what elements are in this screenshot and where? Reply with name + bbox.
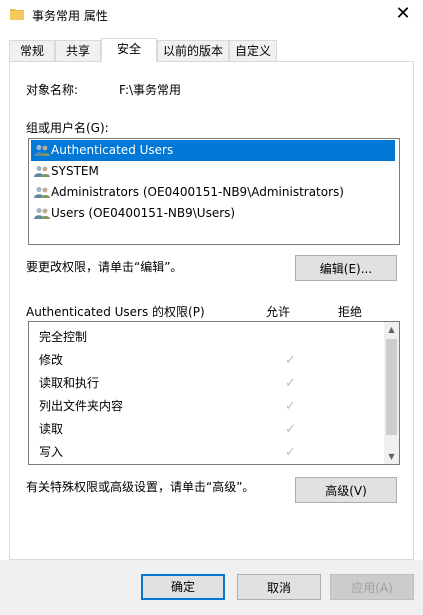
allow-check-icon: ✓ [285, 445, 296, 460]
allow-header: 允许 [266, 305, 291, 319]
advanced-hint: 有关特殊权限或高级设置，请单击“高级”。 [26, 480, 255, 494]
tab-customize[interactable]: 自定义 [229, 40, 277, 61]
user-name: Administrators (OE0400151-NB9\Administra… [51, 185, 344, 199]
list-item-administrators[interactable]: Administrators (OE0400151-NB9\Administra… [31, 182, 344, 203]
allow-check-icon: ✓ [285, 399, 296, 414]
allow-check-icon: ✓ [285, 422, 296, 437]
ok-button[interactable]: 确定 [141, 574, 225, 600]
users-icon [34, 144, 50, 156]
title-bar: 事务常用 属性 ✕ [0, 0, 423, 30]
tab-security[interactable]: 安全 [101, 38, 157, 62]
scroll-thumb[interactable] [386, 339, 397, 435]
permissions-list[interactable]: 完全控制 修改 ✓ 读取和执行 ✓ 列出文件夹内容 ✓ 读取 ✓ 写入 ✓ ▲ … [28, 321, 400, 465]
permission-name: 读取 [39, 422, 64, 436]
deny-header: 拒绝 [338, 305, 363, 319]
permissions-header: Authenticated Users 的权限(P) [26, 305, 205, 319]
tab-sharing[interactable]: 共享 [55, 40, 101, 61]
list-item-users[interactable]: Users (OE0400151-NB9\Users) [31, 203, 235, 224]
permission-row: 写入 ✓ [39, 441, 379, 464]
folder-icon [10, 9, 24, 20]
apply-button[interactable]: 应用(A) [330, 574, 414, 600]
permission-row: 完全控制 [39, 326, 379, 349]
edit-button[interactable]: 编辑(E)... [295, 255, 397, 281]
permission-row: 修改 ✓ [39, 349, 379, 372]
user-name: Authenticated Users [51, 143, 174, 157]
permission-row: 列出文件夹内容 ✓ [39, 395, 379, 418]
object-name-value: F:\事务常用 [119, 83, 182, 97]
object-name-label: 对象名称: [26, 83, 79, 97]
permission-name: 写入 [39, 445, 64, 459]
edit-hint: 要更改权限，请单击“编辑”。 [26, 260, 183, 274]
permission-name: 修改 [39, 353, 64, 367]
group-user-label: 组或用户名(G): [26, 121, 109, 135]
permissions-scrollbar[interactable]: ▲ ▼ [384, 322, 399, 464]
close-button[interactable]: ✕ [383, 0, 423, 30]
permission-row: 读取和执行 ✓ [39, 372, 379, 395]
users-icon [34, 165, 50, 177]
permission-name: 列出文件夹内容 [39, 399, 124, 413]
user-name: SYSTEM [51, 164, 99, 178]
cancel-button[interactable]: 取消 [237, 574, 321, 600]
users-icon [34, 207, 50, 219]
tab-previous-versions[interactable]: 以前的版本 [157, 40, 229, 61]
tab-strip: 常规 共享 安全 以前的版本 自定义 [9, 38, 415, 62]
scroll-up-icon[interactable]: ▲ [384, 322, 399, 337]
window-title: 事务常用 属性 [32, 9, 108, 23]
list-item-system[interactable]: SYSTEM [31, 161, 99, 182]
users-icon [34, 186, 50, 198]
user-name: Users (OE0400151-NB9\Users) [51, 206, 236, 220]
allow-check-icon: ✓ [285, 353, 296, 368]
close-icon: ✕ [395, 3, 411, 24]
list-item-authenticated-users[interactable]: Authenticated Users [31, 140, 395, 161]
allow-check-icon: ✓ [285, 376, 296, 391]
user-listbox[interactable]: Authenticated Users SYSTEM Administrator… [28, 138, 400, 245]
permission-name: 读取和执行 [39, 376, 100, 390]
tab-general[interactable]: 常规 [9, 40, 55, 61]
permission-name: 完全控制 [39, 330, 88, 344]
scroll-down-icon[interactable]: ▼ [384, 449, 399, 464]
advanced-button[interactable]: 高级(V) [295, 477, 397, 503]
permission-row: 读取 ✓ [39, 418, 379, 441]
